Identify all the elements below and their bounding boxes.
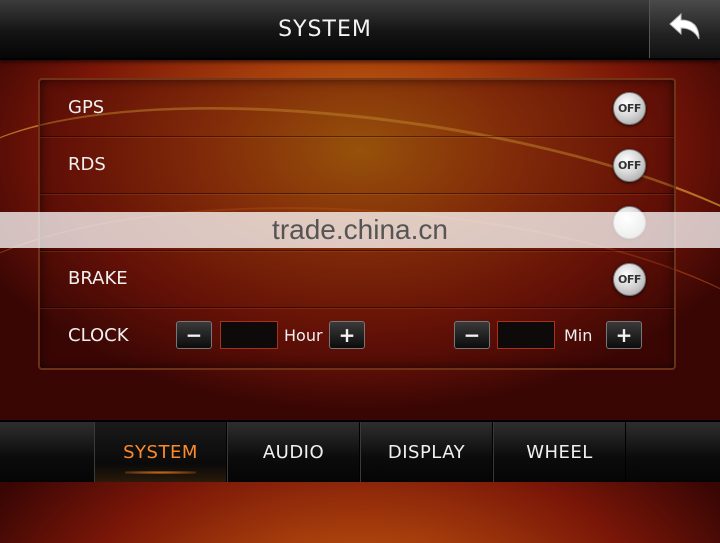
brake-toggle[interactable]: OFF: [613, 263, 646, 296]
min-value-field[interactable]: [497, 321, 555, 349]
min-decrement-button[interactable]: −: [454, 321, 490, 349]
tab-audio[interactable]: AUDIO: [227, 422, 360, 482]
back-arrow-icon: [668, 12, 702, 45]
tab-display[interactable]: DISPLAY: [360, 422, 493, 482]
setting-row-rds: RDS OFF: [40, 137, 674, 194]
setting-label-rds: RDS: [68, 154, 106, 175]
back-button[interactable]: [649, 0, 720, 58]
setting-row-brake: BRAKE OFF: [40, 251, 674, 308]
gps-toggle[interactable]: OFF: [613, 92, 646, 125]
bottom-tab-bar: SYSTEM AUDIO DISPLAY WHEEL: [0, 420, 720, 482]
setting-label-gps: GPS: [68, 97, 105, 118]
hour-unit-label: Hour: [284, 326, 323, 345]
hour-value-field[interactable]: [220, 321, 278, 349]
setting-label-brake: BRAKE: [68, 268, 128, 289]
tab-system[interactable]: SYSTEM: [94, 422, 227, 482]
min-increment-button[interactable]: +: [606, 321, 642, 349]
setting-label-clock: CLOCK: [68, 325, 129, 346]
header-bar: SYSTEM: [0, 0, 720, 60]
watermark-text: trade.china.cn: [272, 214, 448, 245]
setting-row-clock: CLOCK − Hour + − Min +: [40, 308, 674, 364]
rds-toggle[interactable]: OFF: [613, 149, 646, 182]
tab-wheel[interactable]: WHEEL: [493, 422, 626, 482]
hour-increment-button[interactable]: +: [329, 321, 365, 349]
page-title: SYSTEM: [278, 17, 372, 42]
hour-decrement-button[interactable]: −: [176, 321, 212, 349]
min-unit-label: Min: [564, 326, 593, 345]
setting-row-gps: GPS OFF: [40, 80, 674, 137]
